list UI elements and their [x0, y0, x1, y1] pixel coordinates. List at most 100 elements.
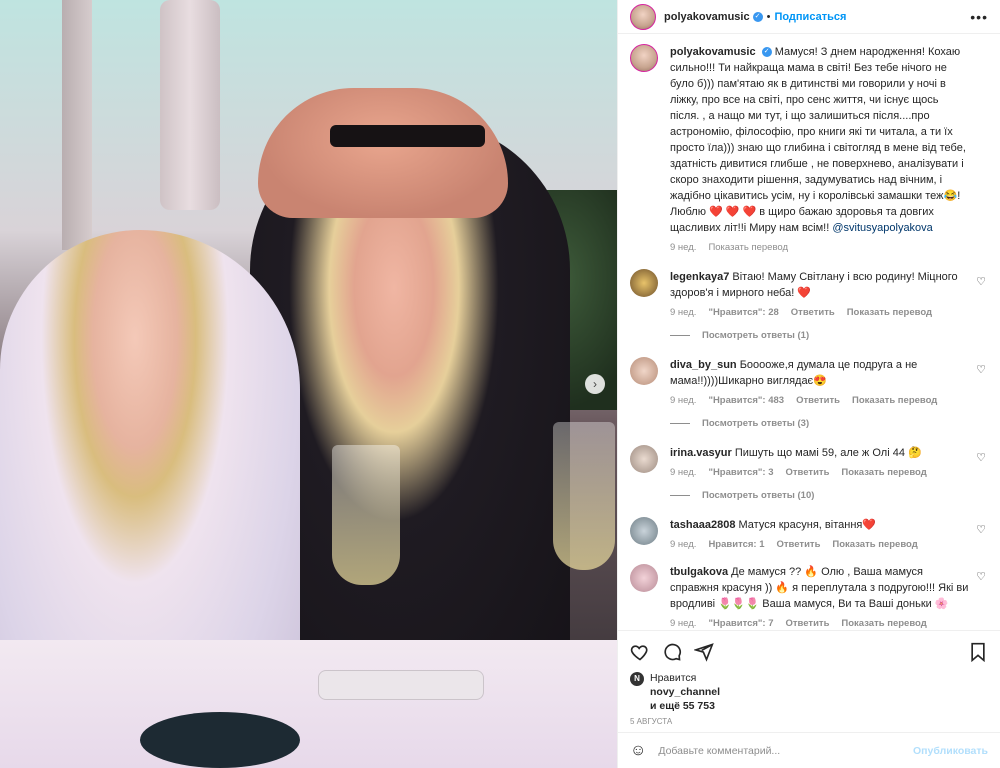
replies-divider — [670, 423, 690, 424]
comment-time[interactable]: 9 нед. — [670, 467, 696, 478]
heart-icon[interactable]: ♡ — [976, 363, 986, 376]
verified-icon: ✓ — [752, 11, 763, 22]
comment-likes[interactable]: "Нравится": 7 — [708, 618, 773, 629]
translate-button[interactable]: Показать перевод — [841, 618, 926, 629]
post-photo[interactable]: › — [0, 0, 617, 768]
post-dialog: › polyakovamusic ✓ • Подписаться ••• pol… — [0, 0, 1000, 768]
comment-text: Матуся красуня, вітання❤️ — [738, 519, 877, 531]
caption-body: polyakovamusic ✓ Мамуся! З днем народжен… — [670, 44, 988, 253]
author-username[interactable]: polyakovamusic — [664, 11, 750, 23]
photo-table — [0, 640, 617, 768]
view-replies-label: Посмотреть ответы (1) — [702, 330, 810, 341]
photo-phone — [318, 670, 484, 700]
next-photo-button[interactable]: › — [585, 374, 605, 394]
comment-avatar[interactable] — [630, 564, 658, 592]
reply-button[interactable]: Ответить — [786, 618, 830, 629]
post-header: polyakovamusic ✓ • Подписаться ••• — [618, 0, 1000, 34]
comment-body: legenkaya7 Вітаю! Маму Світлану і всю ро… — [670, 269, 988, 318]
comment-meta: 9 нед. "Нравится": 3 Ответить Показать п… — [670, 467, 970, 478]
comment-username[interactable]: tashaaa2808 — [670, 519, 735, 531]
comment-item: legenkaya7 Вітаю! Маму Світлану і всю ро… — [630, 269, 988, 318]
caption-mention[interactable]: @svitusyapolyakova — [832, 222, 932, 234]
publish-button[interactable]: Опубликовать — [913, 745, 988, 757]
share-icon[interactable] — [694, 642, 714, 662]
likes-count[interactable]: и ещё 55 753 — [650, 700, 715, 712]
reply-button[interactable]: Ответить — [791, 307, 835, 318]
replies-divider — [670, 335, 690, 336]
comment-avatar[interactable] — [630, 357, 658, 385]
comment-icon[interactable] — [662, 642, 682, 662]
reply-button[interactable]: Ответить — [796, 395, 840, 406]
comment-time[interactable]: 9 нед. — [670, 539, 696, 550]
likes-summary: N Нравится novy_channel и ещё 55 753 — [630, 671, 988, 713]
comment-text-block: diva_by_sun Бооооже,я думала це подруга … — [670, 357, 970, 389]
comment-likes[interactable]: Нравится: 1 — [708, 539, 764, 550]
photo-glass-right — [553, 422, 615, 570]
caption-meta: 9 нед. Показать перевод — [670, 242, 970, 253]
heart-icon[interactable]: ♡ — [976, 523, 986, 536]
comment-meta: 9 нед. "Нравится": 7 Ответить Показать п… — [670, 618, 970, 629]
comment-time[interactable]: 9 нед. — [670, 395, 696, 406]
view-replies-button[interactable]: Посмотреть ответы (3) — [670, 418, 988, 429]
caption: polyakovamusic ✓ Мамуся! З днем народжен… — [630, 44, 988, 253]
likes-label: Нравится — [650, 672, 697, 684]
comment-text-block: tbulgakova Де мамуся ?? 🔥 Олю , Ваша мам… — [670, 564, 970, 612]
follow-button[interactable]: Подписаться — [774, 11, 846, 23]
comment-username[interactable]: legenkaya7 — [670, 271, 729, 283]
post-actions: N Нравится novy_channel и ещё 55 753 5 а… — [618, 630, 1000, 726]
comment-meta: 9 нед. "Нравится": 28 Ответить Показать … — [670, 307, 970, 318]
comment-likes[interactable]: "Нравится": 483 — [708, 395, 784, 406]
comment-time[interactable]: 9 нед. — [670, 307, 696, 318]
heart-icon[interactable]: ♡ — [976, 570, 986, 583]
comment-time[interactable]: 9 нед. — [670, 618, 696, 629]
action-icons — [630, 639, 988, 665]
view-replies-label: Посмотреть ответы (10) — [702, 490, 815, 501]
comment-likes[interactable]: "Нравится": 3 — [708, 467, 773, 478]
comment-body: irina.vasyur Пишуть що мамі 59, але ж Ол… — [670, 445, 988, 478]
bookmark-icon[interactable] — [968, 642, 988, 662]
replies-divider — [670, 495, 690, 496]
liker-avatar[interactable]: N — [630, 672, 644, 686]
comment-input[interactable] — [658, 744, 914, 757]
author-avatar[interactable] — [630, 3, 656, 30]
heart-icon[interactable]: ♡ — [976, 451, 986, 464]
comment-likes[interactable]: "Нравится": 28 — [708, 307, 778, 318]
translate-button[interactable]: Показать перевод — [841, 467, 926, 478]
reply-button[interactable]: Ответить — [777, 539, 821, 550]
translate-button[interactable]: Показать перевод — [852, 395, 937, 406]
chevron-right-icon: › — [593, 377, 597, 391]
likes-text: Нравится novy_channel и ещё 55 753 — [650, 671, 720, 713]
comment-avatar[interactable] — [630, 269, 658, 297]
view-replies-button[interactable]: Посмотреть ответы (1) — [670, 330, 988, 341]
translate-button[interactable]: Показать перевод — [832, 539, 917, 550]
post-side-panel: polyakovamusic ✓ • Подписаться ••• polya… — [617, 0, 1000, 768]
separator-dot: • — [766, 10, 771, 23]
verified-icon: ✓ — [761, 47, 772, 58]
post-date[interactable]: 5 августа — [630, 717, 988, 726]
comment-text-block: tashaaa2808 Матуся красуня, вітання❤️ — [670, 517, 970, 533]
comment-avatar[interactable] — [630, 445, 658, 473]
view-replies-button[interactable]: Посмотреть ответы (10) — [670, 490, 988, 501]
reply-button[interactable]: Ответить — [786, 467, 830, 478]
comments-list[interactable]: polyakovamusic ✓ Мамуся! З днем народжен… — [618, 34, 1000, 630]
caption-text: Мамуся! З днем народження! Кохаю сильно!… — [670, 46, 966, 234]
comment-meta: 9 нед. Нравится: 1 Ответить Показать пер… — [670, 539, 970, 550]
more-icon[interactable]: ••• — [970, 9, 988, 25]
caption-username[interactable]: polyakovamusic — [670, 46, 756, 58]
comment-item: diva_by_sun Бооооже,я думала це подруга … — [630, 357, 988, 406]
emoji-icon[interactable]: ☺ — [630, 742, 646, 760]
comment-text: Пишуть що мамі 59, але ж Олі 44 🤔 — [734, 447, 922, 459]
caption-translate[interactable]: Показать перевод — [708, 242, 788, 253]
caption-avatar[interactable] — [630, 44, 658, 72]
view-replies-label: Посмотреть ответы (3) — [702, 418, 810, 429]
caption-time[interactable]: 9 нед. — [670, 242, 696, 253]
comment-username[interactable]: irina.vasyur — [670, 447, 732, 459]
photo-hat — [258, 88, 508, 218]
translate-button[interactable]: Показать перевод — [847, 307, 932, 318]
liker-username[interactable]: novy_channel — [650, 686, 720, 698]
comment-username[interactable]: diva_by_sun — [670, 359, 737, 371]
comment-username[interactable]: tbulgakova — [670, 566, 728, 578]
heart-icon[interactable]: ♡ — [976, 275, 986, 288]
comment-avatar[interactable] — [630, 517, 658, 545]
heart-icon[interactable] — [630, 642, 650, 662]
